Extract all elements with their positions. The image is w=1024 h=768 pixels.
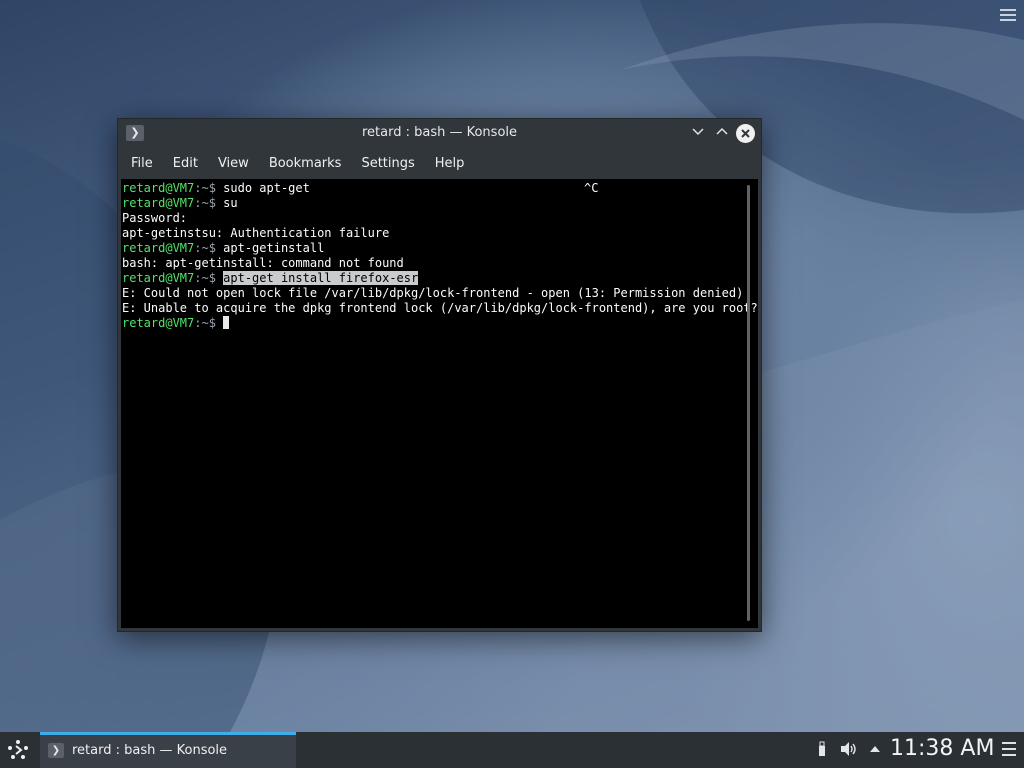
close-icon: [741, 129, 750, 138]
desktop-menu-icon[interactable]: [1000, 7, 1016, 23]
command-text: apt-getinstall: [223, 241, 325, 255]
terminal-line: bash: apt-getinstall: command not found: [122, 256, 744, 271]
title-bar[interactable]: ❯ retard : bash — Konsole: [118, 119, 761, 149]
scrollbar[interactable]: [747, 185, 750, 621]
close-button[interactable]: [736, 124, 755, 143]
prompt-separator: :~$: [194, 271, 224, 285]
menu-settings[interactable]: Settings: [351, 149, 424, 179]
chevron-down-icon: [692, 128, 704, 136]
selected-command: apt-get install firefox-esr: [223, 271, 419, 285]
hamburger-menu-icon[interactable]: [1002, 742, 1016, 756]
prompt-separator: :~$: [194, 181, 224, 195]
terminal-line: retard@VM7:~$ sudo apt-get ^C: [122, 181, 744, 196]
window-title: retard : bash — Konsole: [361, 125, 518, 140]
menu-file[interactable]: File: [121, 149, 163, 179]
menu-bookmarks[interactable]: Bookmarks: [259, 149, 352, 179]
clock[interactable]: 11:38 AM: [890, 736, 994, 761]
prompt-separator: :~$: [194, 241, 224, 255]
terminal-line: Password:: [122, 211, 744, 226]
taskbar: ❯ retard : bash — Konsole 11:38 AM: [0, 732, 1024, 768]
terminal-area[interactable]: retard@VM7:~$ sudo apt-get ^C retard@VM7:~…: [121, 179, 758, 628]
prompt-user: retard@VM7: [122, 316, 195, 330]
output-text: apt-getinstsu: Authentication failure: [122, 226, 390, 240]
command-text: su: [223, 196, 238, 210]
chevron-up-icon[interactable]: [869, 741, 881, 763]
menu-view[interactable]: View: [208, 149, 259, 179]
application-launcher-icon[interactable]: [5, 738, 31, 762]
command-text: sudo apt-get: [223, 181, 310, 195]
task-label: retard : bash — Konsole: [72, 743, 228, 758]
terminal-line: E: Unable to acquire the dpkg frontend l…: [122, 301, 758, 316]
terminal-line: E: Could not open lock file /var/lib/dpk…: [122, 286, 744, 301]
prompt-user: retard@VM7: [122, 241, 195, 255]
output-text: E: Unable to acquire the dpkg frontend l…: [122, 301, 758, 315]
terminal-line: apt-getinstsu: Authentication failure: [122, 226, 744, 241]
prompt-user: retard@VM7: [122, 271, 195, 285]
usb-device-icon[interactable]: [817, 741, 827, 762]
text-cursor: [223, 316, 230, 329]
menu-bar: File Edit View Bookmarks Settings Help: [118, 149, 761, 179]
prompt-separator: :~$: [194, 196, 224, 210]
terminal-line: retard@VM7:~$ su: [122, 196, 744, 211]
menu-help[interactable]: Help: [425, 149, 475, 179]
terminal-icon: ❯: [48, 743, 64, 758]
output-text: Password:: [122, 211, 188, 225]
control-char: ^C: [584, 181, 599, 195]
output-text: bash: apt-getinstall: command not found: [122, 256, 404, 270]
task-konsole[interactable]: ❯ retard : bash — Konsole: [40, 732, 296, 768]
volume-icon[interactable]: [840, 741, 858, 762]
prompt-separator: :~$: [194, 316, 224, 330]
prompt-user: retard@VM7: [122, 181, 195, 195]
maximize-button[interactable]: [712, 124, 732, 144]
prompt-user: retard@VM7: [122, 196, 195, 210]
minimize-button[interactable]: [688, 124, 708, 144]
terminal-output: retard@VM7:~$ sudo apt-get ^C retard@VM7:~…: [122, 181, 758, 331]
terminal-line: retard@VM7:~$: [122, 316, 744, 331]
output-text: E: Could not open lock file /var/lib/dpk…: [122, 286, 744, 300]
menu-edit[interactable]: Edit: [163, 149, 208, 179]
terminal-line: retard@VM7:~$ apt-getinstall: [122, 241, 744, 256]
chevron-up-icon: [716, 127, 728, 135]
konsole-window[interactable]: ❯ retard : bash — Konsole File Edit View…: [117, 118, 762, 632]
terminal-line: retard@VM7:~$ apt-get install firefox-es…: [122, 271, 744, 286]
